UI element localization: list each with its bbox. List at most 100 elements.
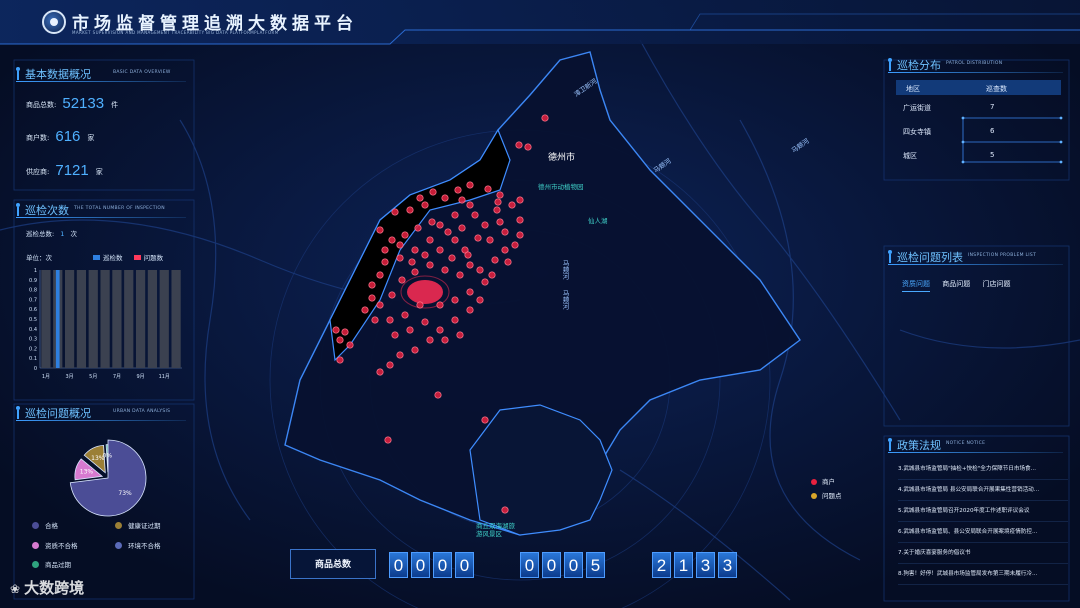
merchant-dot[interactable]: [411, 268, 419, 276]
merchant-dot[interactable]: [466, 288, 474, 296]
merchant-dot[interactable]: [384, 436, 392, 444]
merchant-dot[interactable]: [441, 194, 449, 202]
merchant-dot[interactable]: [398, 276, 406, 284]
list-item[interactable]: 3.武城县市场监管局"抽检+快检"全力保障节日市场食...: [898, 459, 1068, 480]
merchant-dot[interactable]: [458, 224, 466, 232]
merchant-dot[interactable]: [494, 198, 502, 206]
merchant-dot[interactable]: [416, 194, 424, 202]
merchant-dot[interactable]: [451, 316, 459, 324]
merchant-dot[interactable]: [481, 278, 489, 286]
merchant-dot[interactable]: [501, 506, 509, 514]
merchant-dot[interactable]: [436, 246, 444, 254]
merchant-dot[interactable]: [376, 271, 384, 279]
merchant-dot[interactable]: [508, 201, 516, 209]
merchant-dot[interactable]: [426, 236, 434, 244]
merchant-dot[interactable]: [346, 341, 354, 349]
merchant-dot[interactable]: [376, 226, 384, 234]
merchant-dot[interactable]: [436, 221, 444, 229]
merchant-dot[interactable]: [386, 316, 394, 324]
list-item[interactable]: 5.武城县市场监管局召开2020年度工作述职评议会议: [898, 501, 1068, 522]
tab-goods[interactable]: 商品问题: [942, 279, 970, 291]
tab-qualification[interactable]: 资质问题: [902, 279, 930, 292]
merchant-dot[interactable]: [411, 246, 419, 254]
merchant-dot[interactable]: [406, 326, 414, 334]
merchant-dot[interactable]: [496, 218, 504, 226]
merchant-dot[interactable]: [466, 261, 474, 269]
merchant-dot[interactable]: [381, 246, 389, 254]
merchant-dot[interactable]: [454, 186, 462, 194]
merchant-dot[interactable]: [421, 318, 429, 326]
merchant-dot[interactable]: [516, 196, 524, 204]
merchant-dot[interactable]: [486, 236, 494, 244]
merchant-dot[interactable]: [451, 296, 459, 304]
merchant-dot[interactable]: [381, 258, 389, 266]
merchant-dot[interactable]: [441, 336, 449, 344]
merchant-dot[interactable]: [411, 346, 419, 354]
merchant-dot[interactable]: [476, 296, 484, 304]
merchant-dot[interactable]: [474, 234, 482, 242]
merchant-dot[interactable]: [388, 236, 396, 244]
merchant-dot[interactable]: [488, 271, 496, 279]
merchant-dot[interactable]: [451, 236, 459, 244]
merchant-dot[interactable]: [501, 228, 509, 236]
merchant-dot[interactable]: [396, 241, 404, 249]
merchant-dot[interactable]: [401, 231, 409, 239]
merchant-dot[interactable]: [515, 141, 523, 149]
merchant-dot[interactable]: [444, 228, 452, 236]
merchant-dot[interactable]: [481, 416, 489, 424]
merchant-dot[interactable]: [501, 246, 509, 254]
merchant-dot[interactable]: [493, 206, 501, 214]
merchant-dot[interactable]: [504, 258, 512, 266]
merchant-dot[interactable]: [396, 351, 404, 359]
merchant-dot[interactable]: [541, 114, 549, 122]
merchant-dot[interactable]: [368, 281, 376, 289]
merchant-dot[interactable]: [396, 254, 404, 262]
merchant-dot[interactable]: [426, 336, 434, 344]
merchant-dot[interactable]: [456, 331, 464, 339]
merchant-dot[interactable]: [466, 306, 474, 314]
merchant-dot[interactable]: [516, 231, 524, 239]
merchant-dot[interactable]: [408, 258, 416, 266]
merchant-dot[interactable]: [416, 301, 424, 309]
merchant-dot[interactable]: [388, 291, 396, 299]
list-item[interactable]: 7.关于婚庆喜宴服务的倡议书: [898, 543, 1068, 564]
merchant-dot[interactable]: [458, 196, 466, 204]
merchant-dot[interactable]: [481, 221, 489, 229]
merchant-dot[interactable]: [421, 251, 429, 259]
merchant-dot[interactable]: [476, 266, 484, 274]
merchant-dot[interactable]: [436, 326, 444, 334]
merchant-dot[interactable]: [436, 301, 444, 309]
merchant-dot[interactable]: [376, 368, 384, 376]
merchant-dot[interactable]: [336, 336, 344, 344]
merchant-dot[interactable]: [466, 181, 474, 189]
merchant-dot[interactable]: [391, 331, 399, 339]
merchant-dot[interactable]: [391, 208, 399, 216]
merchant-dot[interactable]: [332, 326, 340, 334]
merchant-dot[interactable]: [429, 188, 437, 196]
merchant-dot[interactable]: [484, 185, 492, 193]
list-item[interactable]: 4.武城县市场监管局 县公安局联合开展果集性营销活动...: [898, 480, 1068, 501]
merchant-dot[interactable]: [336, 356, 344, 364]
merchant-dot[interactable]: [376, 301, 384, 309]
merchant-dot[interactable]: [491, 256, 499, 264]
list-item[interactable]: 6.武城县市场监管局、县公安局联合开展案境疫情防控...: [898, 522, 1068, 543]
merchant-dot[interactable]: [451, 211, 459, 219]
merchant-dot[interactable]: [511, 241, 519, 249]
merchant-dot[interactable]: [466, 201, 474, 209]
merchant-dot[interactable]: [341, 328, 349, 336]
merchant-dot[interactable]: [441, 266, 449, 274]
merchant-dot[interactable]: [524, 143, 532, 151]
merchant-dot[interactable]: [406, 206, 414, 214]
merchant-dot[interactable]: [448, 254, 456, 262]
merchant-dot[interactable]: [414, 224, 422, 232]
merchant-dot[interactable]: [371, 316, 379, 324]
tab-store[interactable]: 门店问题: [982, 279, 1010, 291]
merchant-dot[interactable]: [464, 251, 472, 259]
merchant-dot[interactable]: [456, 271, 464, 279]
merchant-dot[interactable]: [496, 191, 504, 199]
merchant-dot[interactable]: [434, 391, 442, 399]
merchant-dot[interactable]: [401, 311, 409, 319]
merchant-dot[interactable]: [361, 306, 369, 314]
merchant-dot[interactable]: [368, 294, 376, 302]
merchant-dot[interactable]: [386, 361, 394, 369]
